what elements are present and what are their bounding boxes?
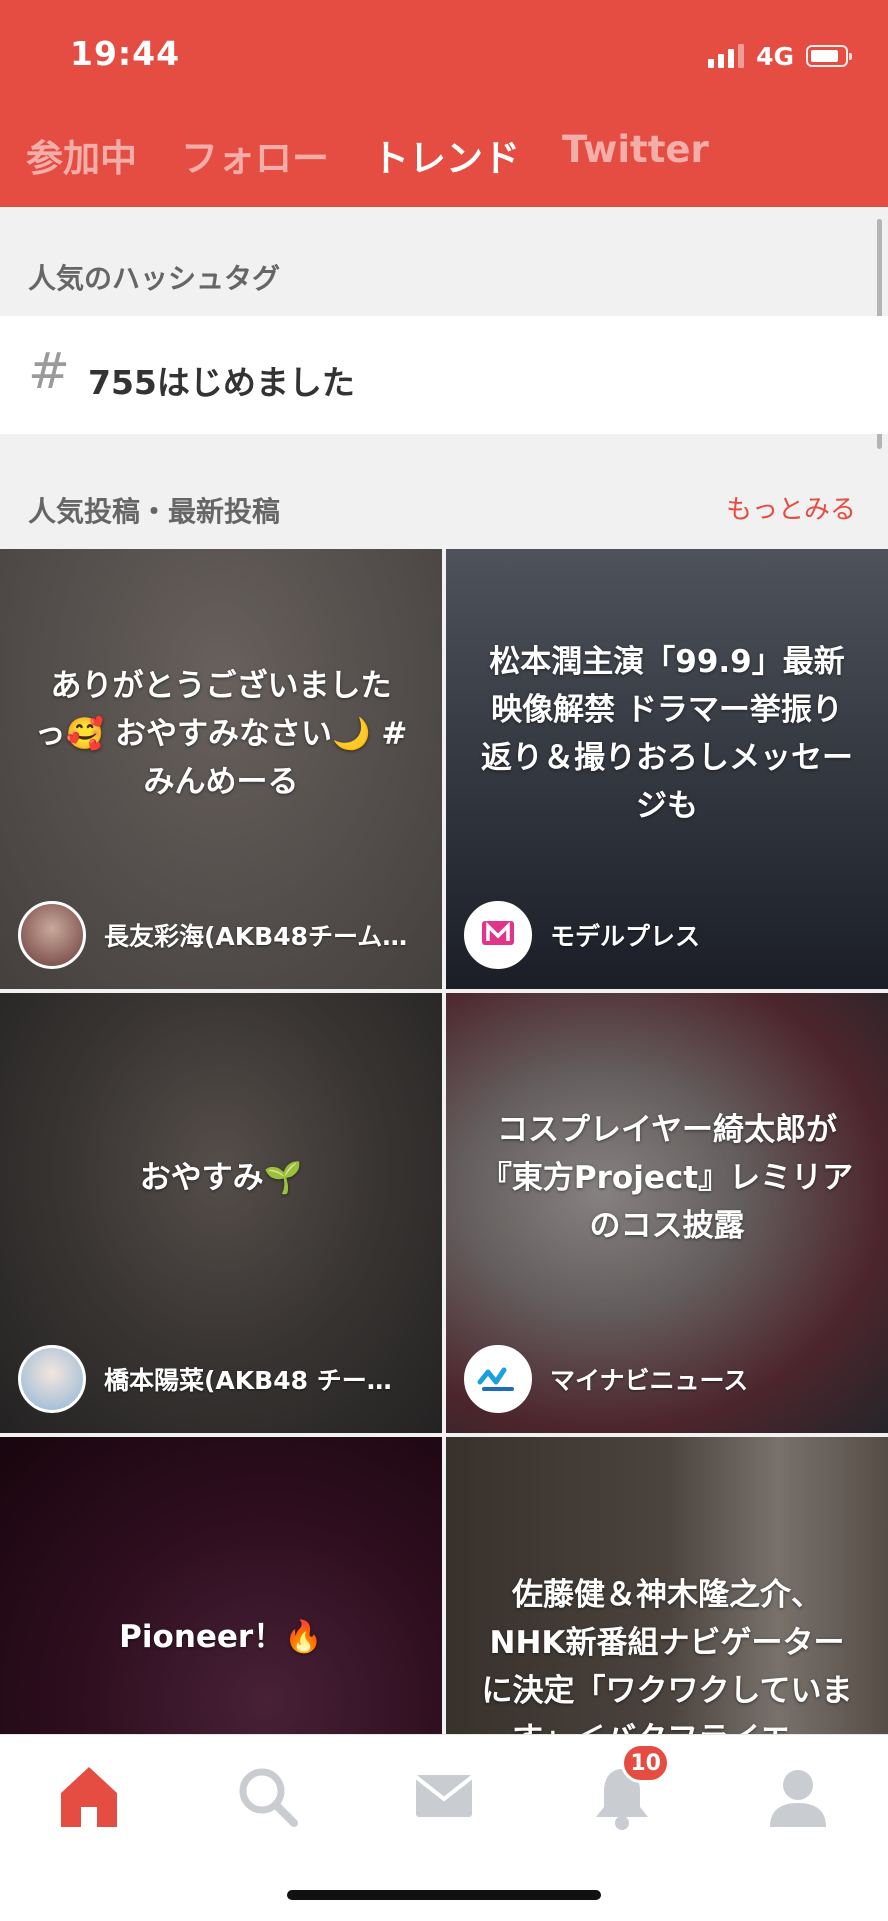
user-photo-avatar [18, 901, 86, 969]
nav-notifications[interactable]: 10 [582, 1743, 670, 1837]
post-title: Pioneer！🔥 [119, 1618, 323, 1655]
post-title: 佐藤健＆神木隆之介、NHK新番組ナビゲーターに決定「ワクワクしています」＜バタフ… [481, 1576, 853, 1734]
notification-badge: 10 [621, 1743, 670, 1783]
mynavi-news-logo [464, 1345, 532, 1413]
status-indicators: 4G [708, 38, 852, 74]
post-author[interactable]: マイナビニュース [464, 1343, 870, 1415]
trend-content[interactable]: 人気のハッシュタグ # 755はじめました 人気投稿・最新投稿 もっとみる あり… [0, 207, 888, 1734]
posts-section-heading: 人気投稿・最新投稿 [28, 495, 281, 528]
post-card[interactable]: Pioneer！🔥 [0, 1437, 442, 1734]
author-name: 長友彩海(AKB48チーム… [104, 922, 408, 951]
hashtag-item[interactable]: # 755はじめました [0, 316, 888, 434]
post-card[interactable]: 佐藤健＆神木隆之介、NHK新番組ナビゲーターに決定「ワクワクしています」＜バタフ… [446, 1437, 888, 1734]
post-card[interactable]: おやすみ🌱 橋本陽菜(AKB48 チー… [0, 993, 442, 1433]
home-indicator[interactable] [287, 1890, 601, 1900]
post-author[interactable]: 長友彩海(AKB48チーム… [18, 899, 424, 971]
app-header: 19:44 4G 参加中 フォロー トレンド Twitter [0, 0, 888, 207]
see-more-link[interactable]: もっとみる [726, 489, 856, 526]
mail-icon [414, 1775, 474, 1817]
network-type: 4G [756, 41, 794, 71]
hashtag-icon: # [28, 342, 70, 400]
post-title: おやすみ🌱 [139, 1159, 303, 1196]
search-icon [239, 1768, 298, 1827]
post-title: コスプレイヤー綺太郎が『東方Project』レミリアのコス披露 [480, 1111, 854, 1245]
author-name: マイナビニュース [550, 1366, 749, 1395]
profile-icon [770, 1770, 826, 1827]
status-time: 19:44 [70, 34, 181, 73]
post-author[interactable]: 橋本陽菜(AKB48 チー… [18, 1343, 424, 1415]
tab-following[interactable]: フォロー [181, 128, 329, 182]
user-photo-avatar [18, 1345, 86, 1413]
post-title: ありがとうございました っ🥰 おやすみなさい🌙 #みんめーる [34, 667, 408, 801]
tab-twitter[interactable]: Twitter [562, 128, 709, 171]
nav-home[interactable] [49, 1757, 129, 1837]
hashtag-section-heading: 人気のハッシュタグ [28, 262, 281, 295]
signal-icon [708, 44, 745, 68]
battery-icon [806, 45, 852, 67]
post-title: 松本潤主演「99.9」最新映像解禁 ドラマー挙振り返り＆撮りおろしメッセージも [481, 643, 853, 825]
post-card[interactable]: 松本潤主演「99.9」最新映像解禁 ドラマー挙振り返り＆撮りおろしメッセージも … [446, 549, 888, 989]
modelpress-logo [464, 901, 532, 969]
nav-search[interactable] [228, 1757, 308, 1837]
tab-joined[interactable]: 参加中 [26, 128, 137, 182]
home-icon [61, 1767, 117, 1827]
post-card[interactable]: コスプレイヤー綺太郎が『東方Project』レミリアのコス披露 マイナビニュース [446, 993, 888, 1433]
post-card[interactable]: ありがとうございました っ🥰 おやすみなさい🌙 #みんめーる 長友彩海(AKB4… [0, 549, 442, 989]
nav-profile[interactable] [758, 1757, 838, 1837]
hashtag-label: 755はじめました [88, 363, 355, 402]
author-name: モデルプレス [550, 922, 701, 951]
nav-messages[interactable] [404, 1757, 484, 1837]
tab-trend[interactable]: トレンド [372, 128, 520, 182]
post-author[interactable]: モデルプレス [464, 899, 870, 971]
author-name: 橋本陽菜(AKB48 チー… [104, 1366, 392, 1395]
top-tabs: 参加中 フォロー トレンド Twitter [0, 128, 888, 188]
